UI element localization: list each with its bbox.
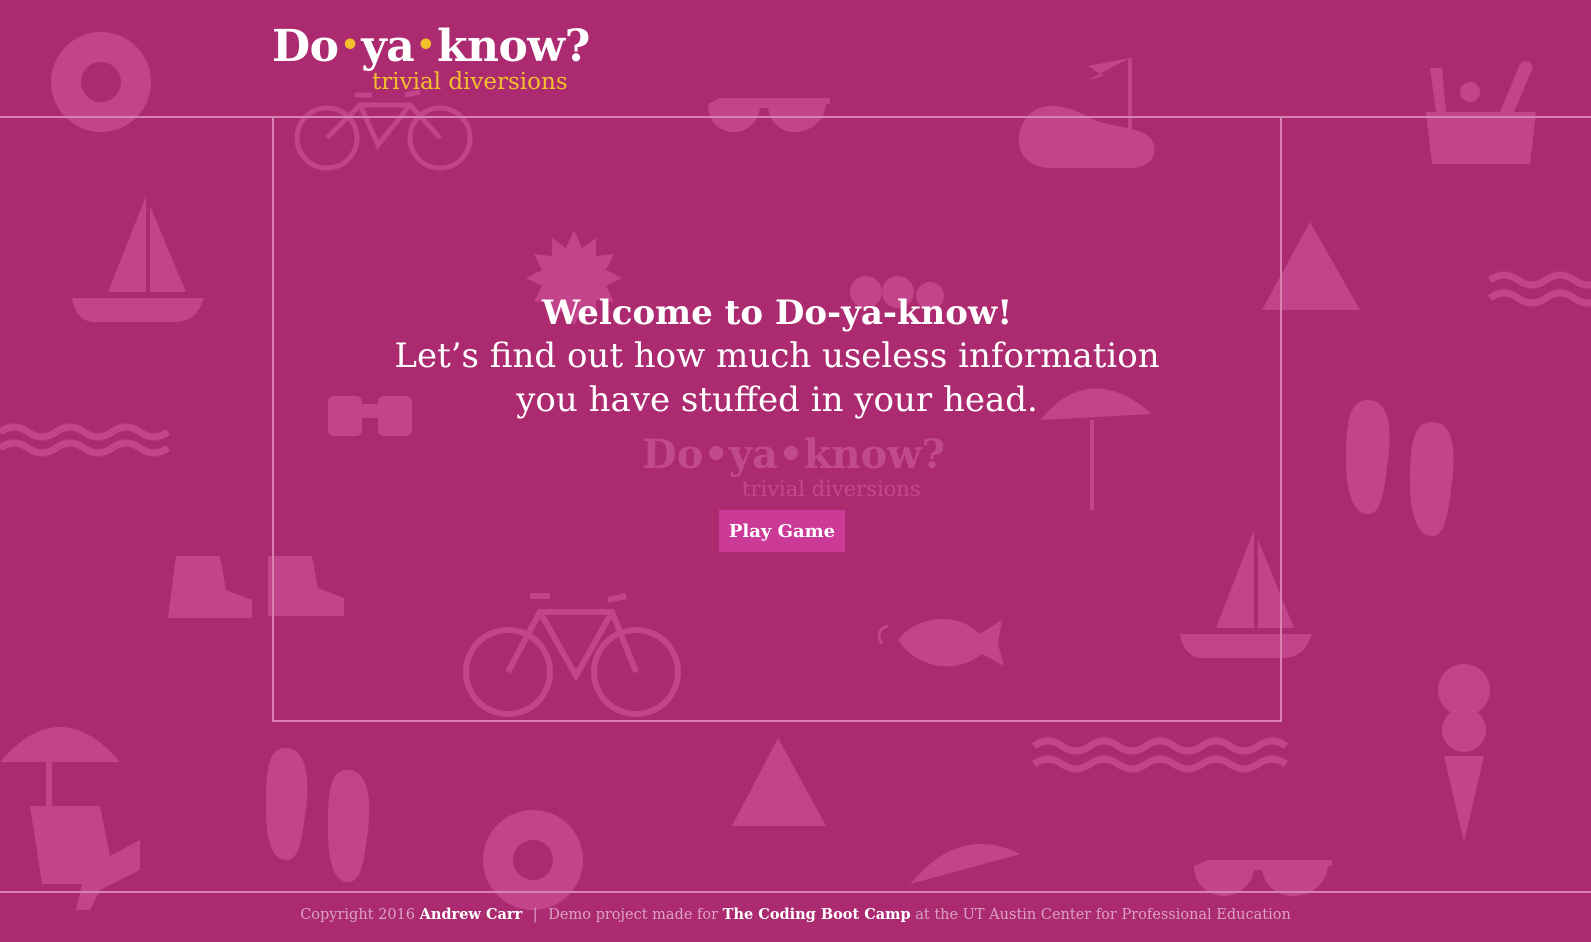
watermark-wordmark: Do•ya•know? xyxy=(642,431,946,478)
site-logo[interactable]: Do•ya•know? trivial diversions xyxy=(272,22,592,100)
welcome-title: Welcome to Do-ya-know! xyxy=(541,293,1013,333)
welcome-line-1: Let’s find out how much useless informat… xyxy=(394,336,1160,376)
footer-bootcamp-link[interactable]: The Coding Boot Camp xyxy=(723,906,911,923)
sailboat-icon xyxy=(72,196,204,322)
beach-chair-icon xyxy=(30,806,140,910)
welcome-panel: Welcome to Do-ya-know! Let’s find out ho… xyxy=(272,116,1282,722)
watermark-tagline: trivial diversions xyxy=(742,477,921,501)
footer: Copyright 2016 Andrew Carr | Demo projec… xyxy=(0,904,1591,926)
logo-dot: • xyxy=(416,28,435,63)
footer-separator: | xyxy=(532,907,538,923)
footer-demo-text: Demo project made for xyxy=(548,907,719,923)
logo-dot: • xyxy=(340,28,360,63)
footer-author-link[interactable]: Andrew Carr xyxy=(420,906,523,923)
welcome-text: Welcome to Do-ya-know! Let’s find out ho… xyxy=(274,292,1280,422)
life-ring-icon xyxy=(483,810,584,910)
logo-watermark: Do•ya•know? trivial diversions xyxy=(642,432,962,502)
logo-word-know: know? xyxy=(436,21,590,72)
logo-word-ya: ya xyxy=(361,21,415,72)
logo-tagline: trivial diversions xyxy=(372,69,568,95)
footer-divider xyxy=(0,891,1591,893)
ice-cream-icon xyxy=(1438,664,1490,842)
logo-word-do: Do xyxy=(272,21,339,72)
footer-copyright: Copyright 2016 xyxy=(300,907,416,923)
play-game-button[interactable]: Play Game xyxy=(719,510,845,552)
footer-suffix: at the UT Austin Center for Professional… xyxy=(915,907,1291,923)
picnic-basket-icon xyxy=(1426,61,1536,164)
welcome-line-2: you have stuffed in your head. xyxy=(516,380,1038,420)
